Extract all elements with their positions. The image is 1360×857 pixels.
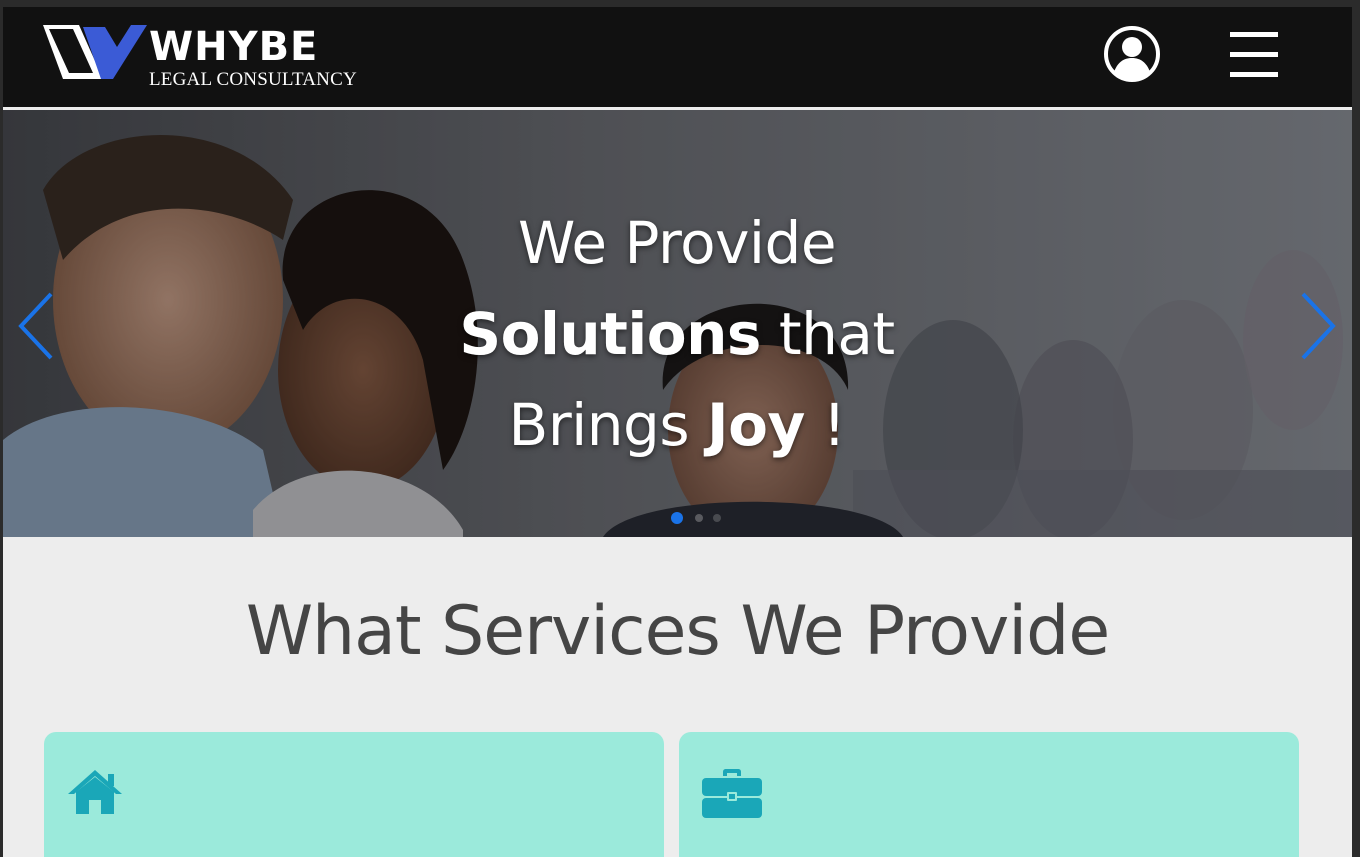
hero-line-3-start: Brings [508, 391, 708, 459]
service-card-home[interactable] [44, 732, 664, 857]
hero-line-3: Brings Joy ! [377, 380, 977, 471]
carousel-prev-button[interactable] [15, 290, 59, 362]
user-account-button[interactable] [1103, 25, 1161, 83]
carousel-next-button[interactable] [1295, 290, 1339, 362]
brand-subtitle: LEGAL CONSULTANCY [149, 69, 357, 90]
chevron-right-icon [1301, 292, 1336, 360]
briefcase-icon [702, 769, 762, 818]
home-icon [68, 770, 122, 814]
services-title: What Services We Provide [245, 592, 1110, 671]
service-card-business[interactable] [679, 732, 1299, 857]
hero-line-2: Solutions that [377, 289, 977, 380]
hero-carousel: We Provide Solutions that Brings Joy ! [3, 110, 1352, 537]
carousel-dot-3[interactable] [713, 514, 721, 522]
site-header: WHYBE LEGAL CONSULTANCY [3, 7, 1352, 107]
brand-logo[interactable]: WHYBE LEGAL CONSULTANCY [43, 21, 363, 91]
chevron-left-icon [18, 292, 53, 360]
hero-line-1: We Provide [517, 209, 837, 277]
hamburger-menu-button[interactable] [1230, 32, 1280, 82]
hamburger-line [1230, 52, 1278, 57]
hero-line-3-bold: Joy [707, 391, 805, 459]
hero-line-2-bold: Solutions [459, 300, 761, 368]
user-circle-icon [1104, 26, 1160, 82]
hero-headline: We Provide Solutions that Brings Joy ! [377, 198, 977, 471]
carousel-dot-2[interactable] [695, 514, 703, 522]
brand-name: WHYBE [149, 24, 319, 70]
page-frame: WHYBE LEGAL CONSULTANCY We Provide Solut… [3, 7, 1352, 857]
logo-mark-icon [43, 25, 147, 79]
hero-line-3-end: ! [804, 391, 846, 459]
hamburger-menu-icon [1230, 32, 1278, 37]
carousel-dot-1[interactable] [671, 512, 683, 524]
hamburger-line [1230, 72, 1278, 77]
hero-line-2-rest: that [760, 300, 895, 368]
